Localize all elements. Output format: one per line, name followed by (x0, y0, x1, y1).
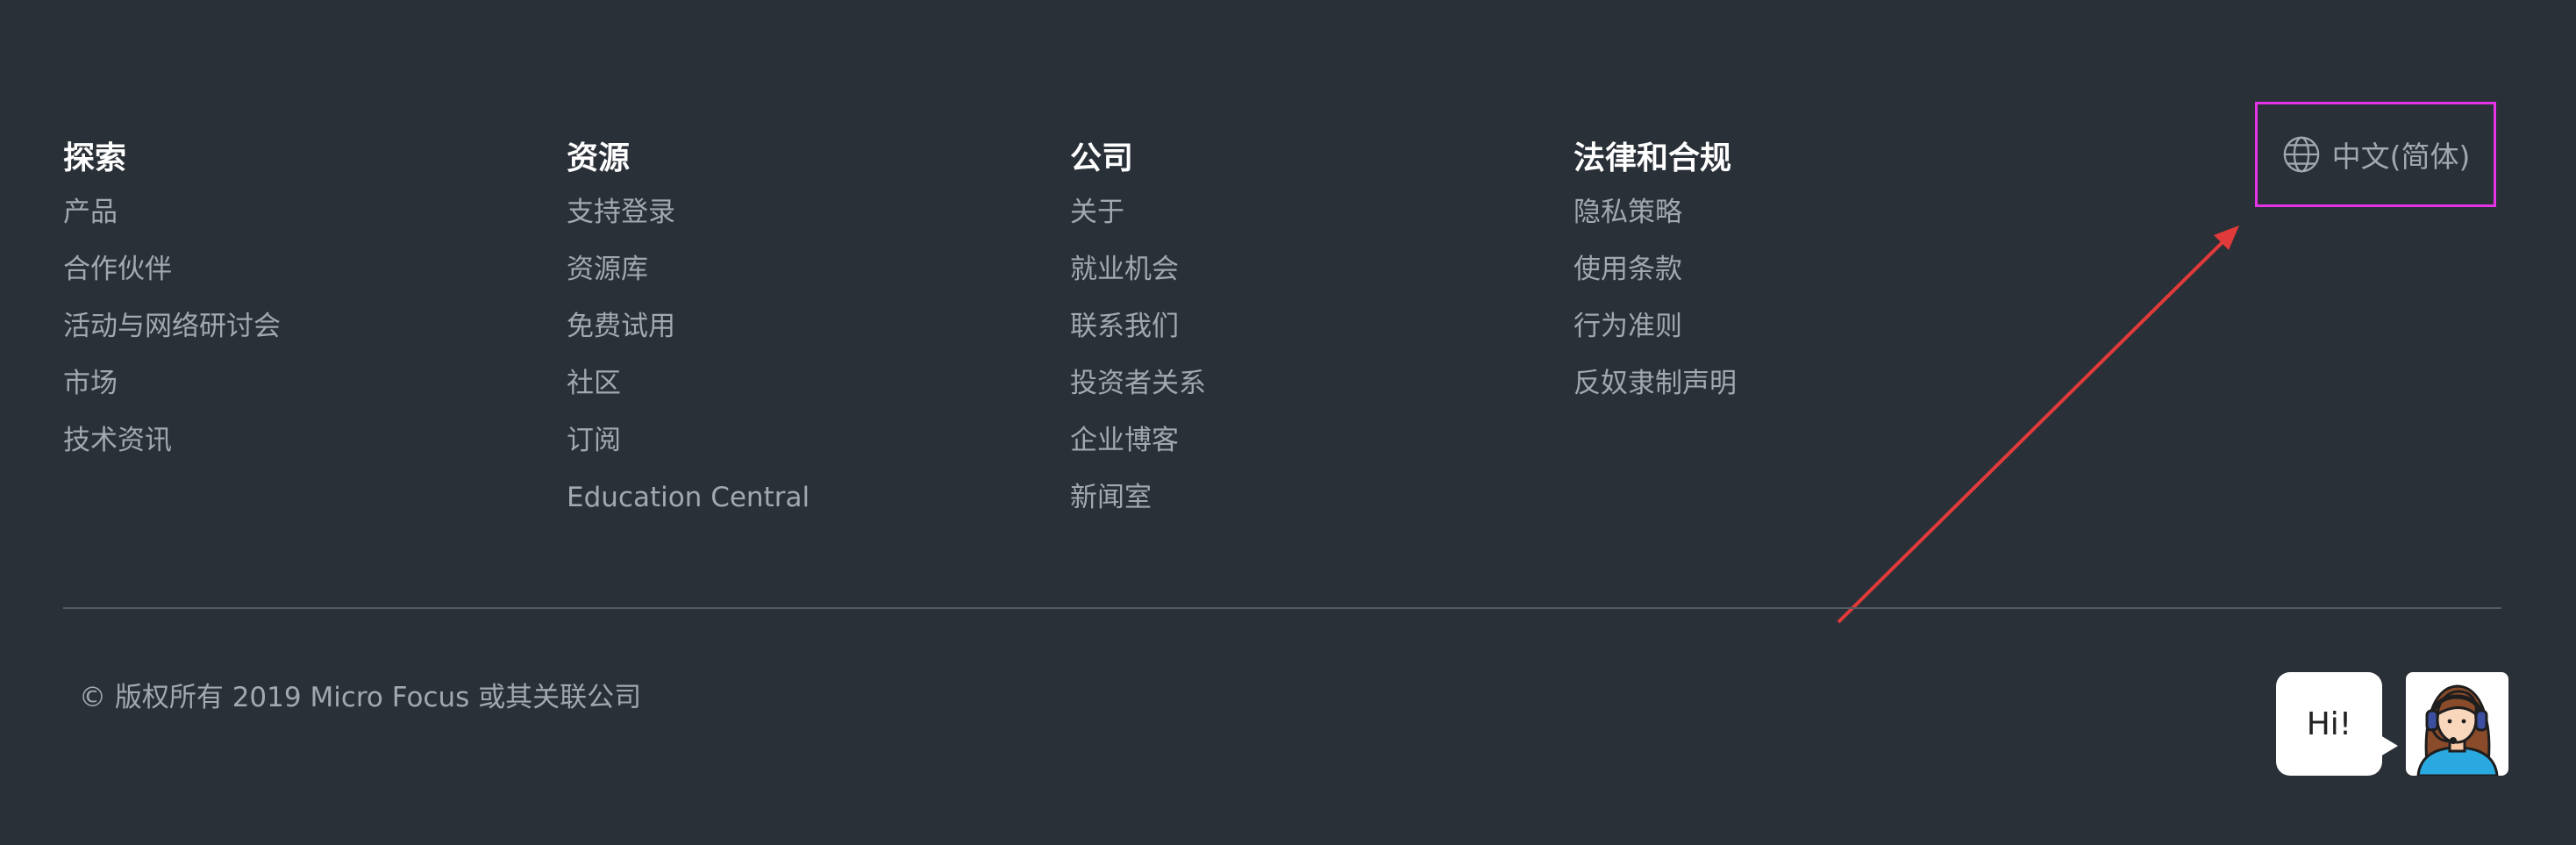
footer-link[interactable]: 行为准则 (1573, 298, 2047, 355)
footer-column-legal: 法律和合规 隐私策略 使用条款 行为准则 反奴隶制声明 (1573, 133, 2047, 412)
footer-link-list: 产品 合作伙伴 活动与网络研讨会 市场 技术资讯 (63, 184, 537, 469)
footer-link[interactable]: 联系我们 (1070, 298, 1544, 355)
globe-icon (2283, 136, 2319, 173)
footer-link[interactable]: 订阅 (567, 412, 1040, 469)
footer-link[interactable]: 社区 (567, 355, 1040, 412)
footer-link[interactable]: 投资者关系 (1070, 355, 1544, 412)
footer-link[interactable]: 支持登录 (567, 184, 1040, 241)
site-footer: 探索 产品 合作伙伴 活动与网络研讨会 市场 技术资讯 资源 支持登录 资源库 … (0, 0, 2576, 845)
footer-column-explore: 探索 产品 合作伙伴 活动与网络研讨会 市场 技术资讯 (63, 133, 537, 469)
footer-column-title: 公司 (1070, 140, 1134, 176)
footer-link[interactable]: 使用条款 (1573, 241, 2047, 298)
footer-column-title: 资源 (567, 140, 631, 176)
footer-divider (63, 607, 2501, 609)
footer-link-list: 隐私策略 使用条款 行为准则 反奴隶制声明 (1573, 184, 2047, 412)
footer-link[interactable]: 隐私策略 (1573, 184, 2047, 241)
footer-link[interactable]: 活动与网络研讨会 (63, 298, 537, 355)
support-agent-icon (2416, 684, 2499, 776)
footer-link[interactable]: 新闻室 (1070, 469, 1544, 526)
footer-link[interactable]: 企业博客 (1070, 412, 1544, 469)
footer-link[interactable]: 反奴隶制声明 (1573, 355, 2047, 412)
footer-column-resources: 资源 支持登录 资源库 免费试用 社区 订阅 Education Central (567, 133, 1040, 526)
footer-column-title: 探索 (63, 140, 127, 176)
footer-link-list: 支持登录 资源库 免费试用 社区 订阅 Education Central (567, 184, 1040, 526)
footer-link[interactable]: 免费试用 (567, 298, 1040, 355)
footer-link[interactable]: 技术资讯 (63, 412, 537, 469)
footer-link[interactable]: 产品 (63, 184, 537, 241)
chat-greeting-bubble[interactable]: Hi! (2276, 672, 2398, 776)
footer-link[interactable]: 市场 (63, 355, 537, 412)
footer-column-title: 法律和合规 (1573, 140, 1732, 176)
footer-link[interactable]: Education Central (567, 469, 1040, 526)
footer-link[interactable]: 合作伙伴 (63, 241, 537, 298)
footer-link[interactable]: 就业机会 (1070, 241, 1544, 298)
language-label: 中文(简体) (2331, 140, 2471, 174)
footer-link[interactable]: 关于 (1070, 184, 1544, 241)
footer-column-company: 公司 关于 就业机会 联系我们 投资者关系 企业博客 新闻室 (1070, 133, 1544, 526)
footer-link-list: 关于 就业机会 联系我们 投资者关系 企业博客 新闻室 (1070, 184, 1544, 526)
copyright-text: © 版权所有 2019 Micro Focus 或其关联公司 (79, 682, 642, 713)
language-selector[interactable]: 中文(简体) (2255, 102, 2496, 207)
footer-link[interactable]: 资源库 (567, 241, 1040, 298)
chat-avatar-button[interactable] (2406, 672, 2508, 776)
chat-widget[interactable]: Hi! (2276, 672, 2508, 777)
